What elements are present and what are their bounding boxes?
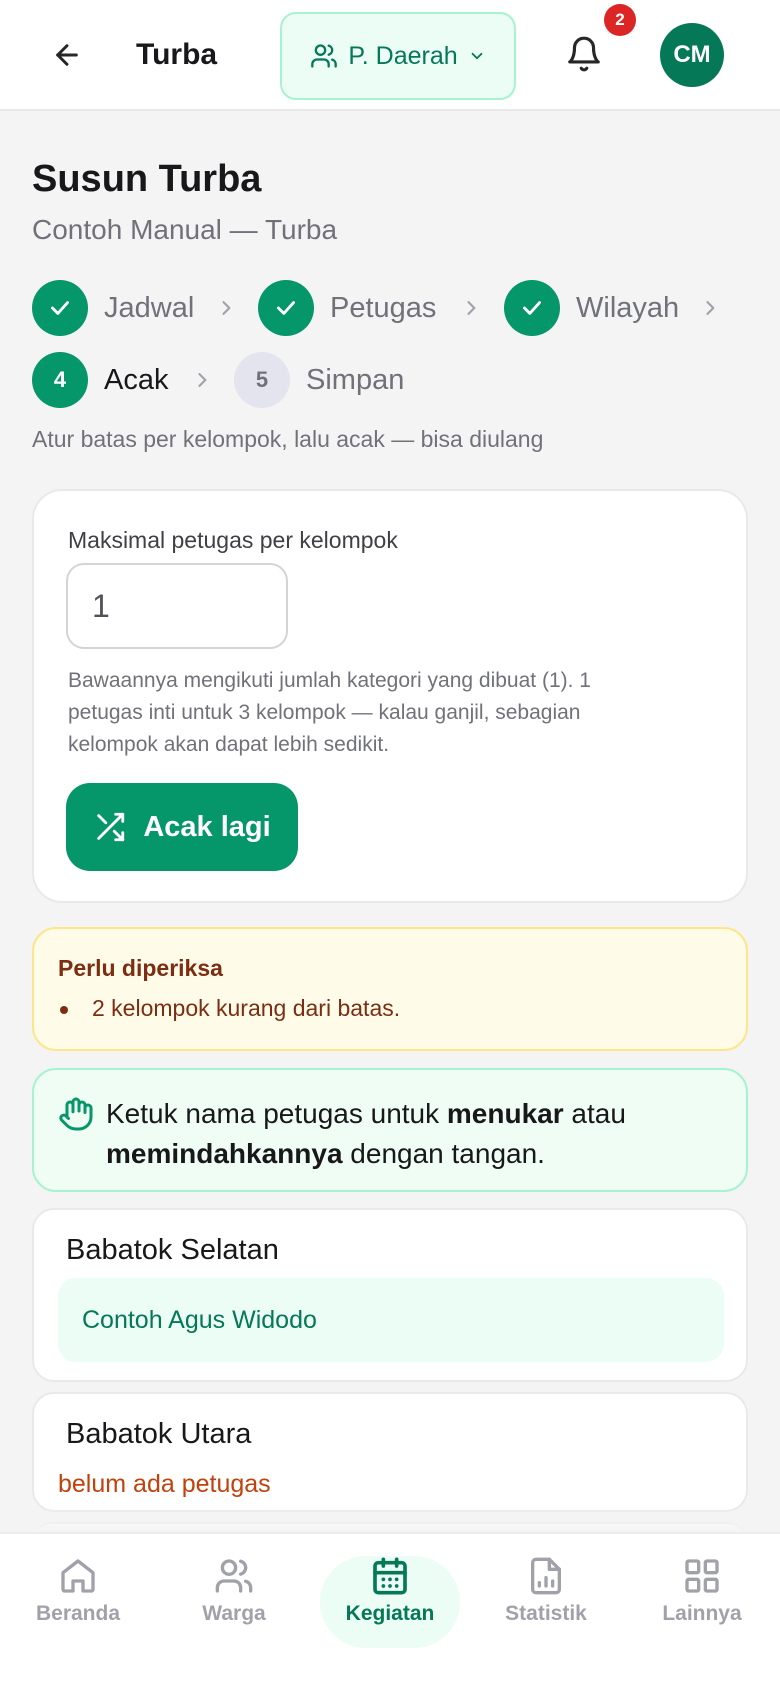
warning-item: 2 kelompok kurang dari batas. [92,995,401,1021]
nav-label: Statistik [505,1602,587,1625]
warning-box: Perlu diperiksa 2 kelompok kurang dari b… [32,927,748,1051]
group-title: Babatok Utara [66,1418,252,1450]
chevron-right-icon [467,301,476,315]
settings-card: Maksimal petugas per kelompok Bawaannya … [32,489,748,903]
step-simpan[interactable]: 5 Simpan [234,352,404,408]
max-per-group-help: Bawaannya mengikuti jumlah kategori yang… [68,669,591,756]
info-text: Ketuk nama petugas untuk menukar atau me… [106,1098,626,1169]
arrow-left-icon [56,44,78,66]
step-label: Acak [104,363,169,396]
avatar[interactable]: CM [660,23,724,87]
shuffle-again-label: Acak lagi [143,810,271,843]
group-card: Babatok Utara belum ada petugas [32,1392,748,1512]
chevron-down-icon [471,52,483,60]
users-icon [215,1559,253,1593]
group-card: Babatok Selatan Contoh Agus Widodo [32,1208,748,1382]
step-check-icon [504,280,560,336]
back-button[interactable] [46,34,88,76]
step-label: Petugas [330,291,437,324]
step-check-icon [32,280,88,336]
max-per-group-label: Maksimal petugas per kelompok [68,527,398,553]
grid-icon [685,1559,719,1593]
chevron-right-icon [706,301,715,315]
step-number: 4 [32,352,88,408]
step-petugas[interactable]: Petugas [258,280,436,336]
step-label: Simpan [306,363,405,396]
step-acak[interactable]: 4 Acak [32,352,168,408]
nav-label: Kegiatan [345,1602,435,1625]
scope-label: P. Daerah [348,41,458,70]
users-icon [311,44,338,68]
nav-label: Lainnya [662,1602,742,1625]
chart-icon [531,1557,561,1595]
app-header: Turba P. Daerah 2 CM [0,0,780,111]
home-icon [61,1559,95,1593]
step-wilayah[interactable]: Wilayah [504,280,679,336]
shuffle-icon [97,812,125,842]
nav-item-kegiatan[interactable]: Kegiatan [320,1556,460,1648]
nav-item-lainnya[interactable]: Lainnya [632,1556,772,1648]
scope-selector[interactable]: P. Daerah [280,12,516,100]
step-hint: Atur batas per kelompok, lalu acak — bis… [32,426,544,452]
max-per-group-input[interactable] [66,563,288,649]
notifications-button[interactable] [560,30,608,78]
page-title: Susun Turba [32,158,262,200]
bottom-nav: Beranda Warga Kegiatan Statistik Lainnya [0,1532,780,1688]
nav-item-statistik[interactable]: Statistik [476,1556,616,1648]
header-title: Turba [136,38,218,71]
step-label: Jadwal [104,291,195,324]
nav-label: Beranda [35,1602,121,1625]
step-jadwal[interactable]: Jadwal [32,280,194,336]
chevron-right-icon [222,301,231,315]
nav-label: Warga [202,1602,266,1625]
chevron-right-icon [198,373,207,387]
group-title: Babatok Selatan [66,1234,279,1266]
scroll-fade [0,1505,780,1533]
step-label: Wilayah [576,291,680,324]
warning-title: Perlu diperiksa [58,955,223,981]
nav-item-beranda[interactable]: Beranda [8,1556,148,1648]
bell-icon [568,36,600,72]
hand-icon [59,1097,93,1131]
member-chip[interactable]: Contoh Agus Widodo [58,1278,724,1362]
group-empty-text: belum ada petugas [58,1470,271,1498]
notification-badge: 2 [604,4,636,36]
nav-item-warga[interactable]: Warga [164,1556,304,1648]
page-subtitle: Contoh Manual — Turba [32,214,338,245]
step-number: 5 [234,352,290,408]
shuffle-again-button[interactable]: Acak lagi [66,783,298,871]
step-check-icon [258,280,314,336]
info-box: Ketuk nama petugas untuk menukar atau me… [32,1068,748,1192]
bullet [60,1006,68,1014]
calendar-icon [373,1557,407,1595]
